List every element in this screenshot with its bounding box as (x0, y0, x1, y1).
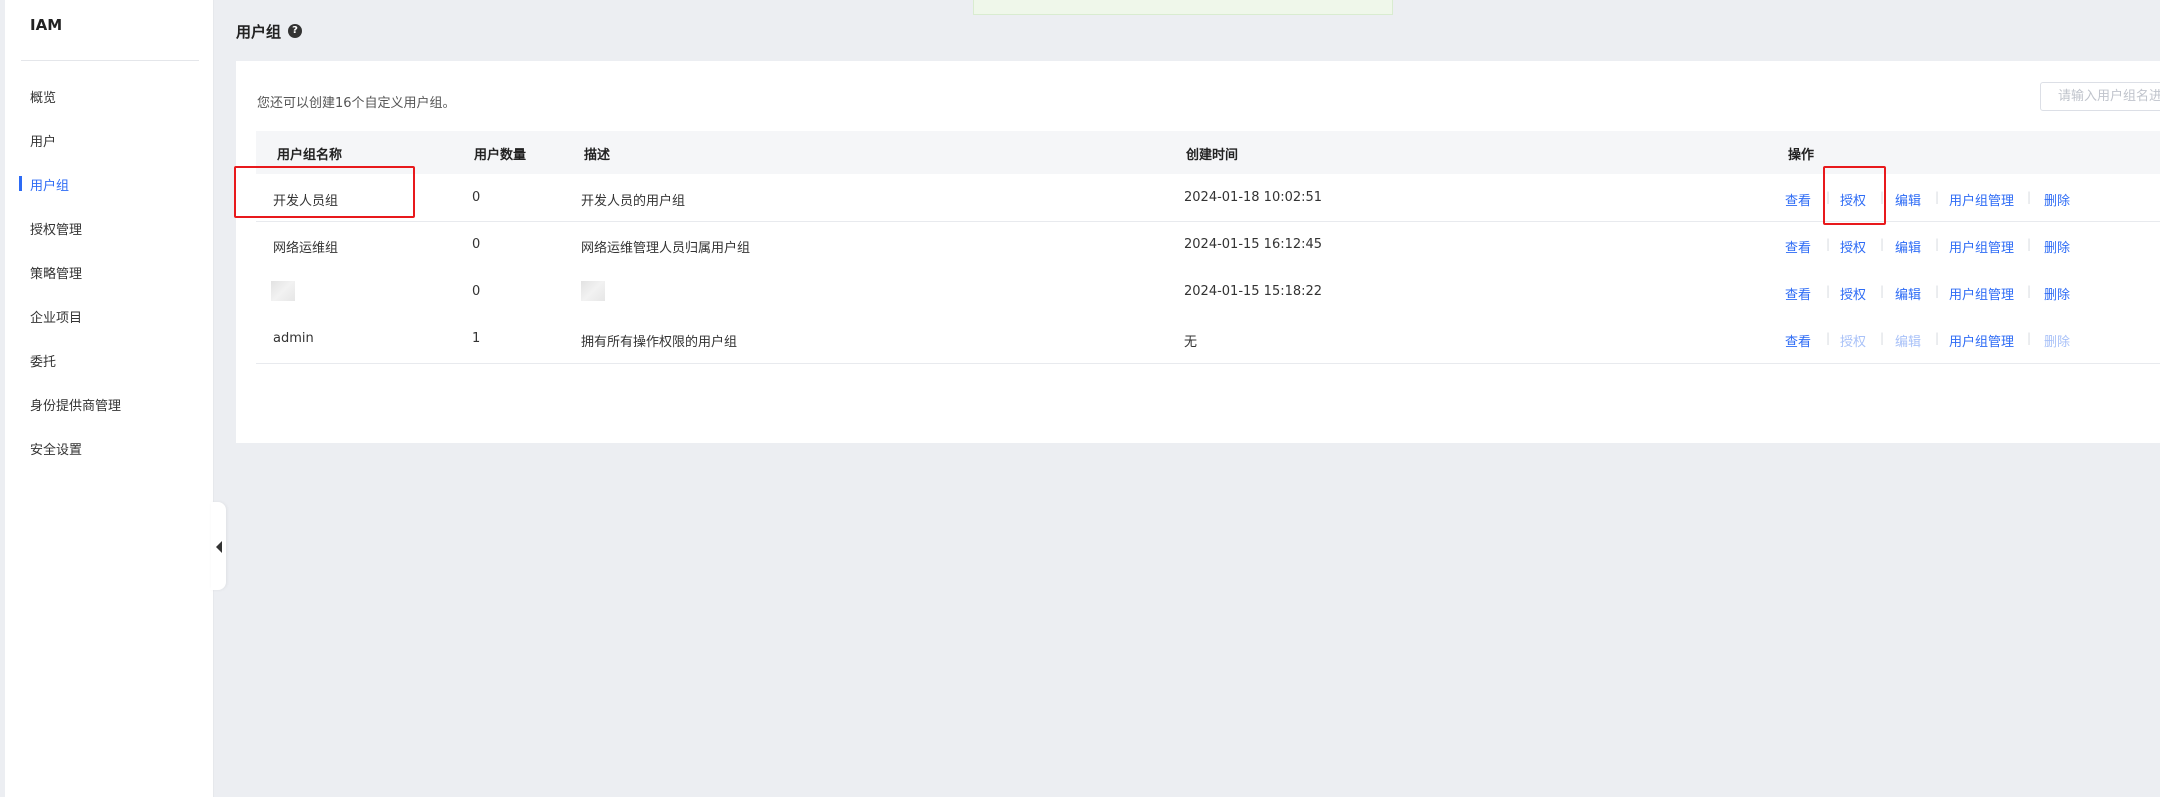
action-separator: | (2027, 284, 2032, 298)
action-separator: | (1880, 331, 1885, 345)
group-name-cell: admin (273, 331, 314, 346)
user-count-cell: 0 (472, 284, 481, 299)
manage-group-users-button[interactable]: 用户组管理 (1949, 237, 2014, 256)
created-time-cell: 无 (1184, 335, 1198, 350)
action-separator: | (1880, 284, 1885, 298)
created-time-cell: 2024-01-15 16:12:45 (1184, 237, 1323, 252)
action-separator: | (1935, 190, 1940, 204)
collapse-arrow-icon (216, 541, 222, 553)
action-separator: | (1826, 331, 1831, 345)
created-time-cell: 2024-01-15 15:18:22 (1184, 284, 1323, 299)
sidebar-item-user-groups[interactable]: 用户组 (30, 175, 69, 194)
action-separator: | (2027, 331, 2032, 345)
page-title: 用户组 (236, 23, 282, 41)
view-button[interactable]: 查看 (1785, 331, 1811, 350)
manage-group-users-button[interactable]: 用户组管理 (1949, 190, 2014, 209)
table-row (256, 316, 2160, 364)
sidebar-item-agency[interactable]: 委托 (30, 351, 56, 370)
active-indicator (19, 176, 22, 191)
description-cell: 网络运维管理人员归属用户组 (581, 241, 751, 256)
action-separator: | (1880, 237, 1885, 251)
sidebar: IAM 概览 用户 用户组 授权管理 策略管理 企业项目 委托 身份提供商管理 … (5, 0, 214, 797)
view-button[interactable]: 查看 (1785, 284, 1811, 303)
help-icon[interactable]: ? (288, 24, 302, 38)
edit-button[interactable]: 编辑 (1895, 190, 1921, 209)
description-cell: 拥有所有操作权限的用户组 (581, 335, 738, 350)
action-separator: | (2027, 237, 2032, 251)
delete-button[interactable]: 删除 (2044, 284, 2070, 303)
sidebar-item-security-settings[interactable]: 安全设置 (30, 439, 82, 458)
description-cell: 开发人员的用户组 (581, 194, 686, 209)
user-count-cell: 0 (472, 237, 481, 252)
action-separator: | (2027, 190, 2032, 204)
column-header-description: 描述 (584, 148, 611, 163)
edit-button[interactable]: 编辑 (1895, 284, 1921, 303)
authorize-button-disabled: 授权 (1840, 335, 1867, 350)
column-header-actions: 操作 (1788, 148, 1815, 163)
redacted-description (581, 281, 605, 301)
sidebar-item-overview[interactable]: 概览 (30, 87, 56, 106)
quota-tip: 您还可以创建16个自定义用户组。 (257, 96, 456, 111)
authorize-button[interactable]: 授权 (1840, 284, 1866, 303)
sidebar-item-users[interactable]: 用户 (30, 131, 56, 150)
action-separator: | (1935, 284, 1940, 298)
action-separator: | (1935, 237, 1940, 251)
highlight-box-authorize (1823, 166, 1886, 225)
app-title: IAM (30, 16, 63, 34)
sidebar-collapse-handle[interactable] (211, 502, 226, 590)
sidebar-item-policy[interactable]: 策略管理 (30, 263, 82, 282)
user-count-cell: 0 (472, 190, 481, 205)
search-input[interactable]: 请输入用户组名进行搜索 (2040, 82, 2160, 111)
group-name-cell: 网络运维组 (273, 241, 339, 256)
action-separator: | (1935, 331, 1940, 345)
redacted-group-name (271, 281, 295, 301)
delete-button[interactable]: 删除 (2044, 237, 2070, 256)
notification-toast (973, 0, 1393, 15)
manage-group-users-button[interactable]: 用户组管理 (1949, 331, 2014, 350)
sidebar-item-enterprise-projects[interactable]: 企业项目 (30, 307, 82, 326)
action-separator: | (1826, 237, 1831, 251)
sidebar-item-authorization[interactable]: 授权管理 (30, 219, 82, 238)
edit-button[interactable]: 编辑 (1895, 237, 1921, 256)
sidebar-divider (21, 60, 199, 61)
column-header-count: 用户数量 (474, 148, 527, 163)
sidebar-item-identity-providers[interactable]: 身份提供商管理 (30, 395, 121, 414)
action-separator: | (1826, 284, 1831, 298)
authorize-button[interactable]: 授权 (1840, 237, 1866, 256)
column-header-created: 创建时间 (1186, 148, 1239, 163)
view-button[interactable]: 查看 (1785, 237, 1811, 256)
user-count-cell: 1 (472, 331, 481, 346)
delete-button-disabled: 删除 (2044, 335, 2071, 350)
highlight-box-group-name (234, 166, 415, 218)
edit-button-disabled: 编辑 (1895, 335, 1922, 350)
manage-group-users-button[interactable]: 用户组管理 (1949, 284, 2014, 303)
column-header-name: 用户组名称 (277, 148, 343, 163)
created-time-cell: 2024-01-18 10:02:51 (1184, 190, 1323, 205)
view-button[interactable]: 查看 (1785, 190, 1811, 209)
delete-button[interactable]: 删除 (2044, 190, 2070, 209)
